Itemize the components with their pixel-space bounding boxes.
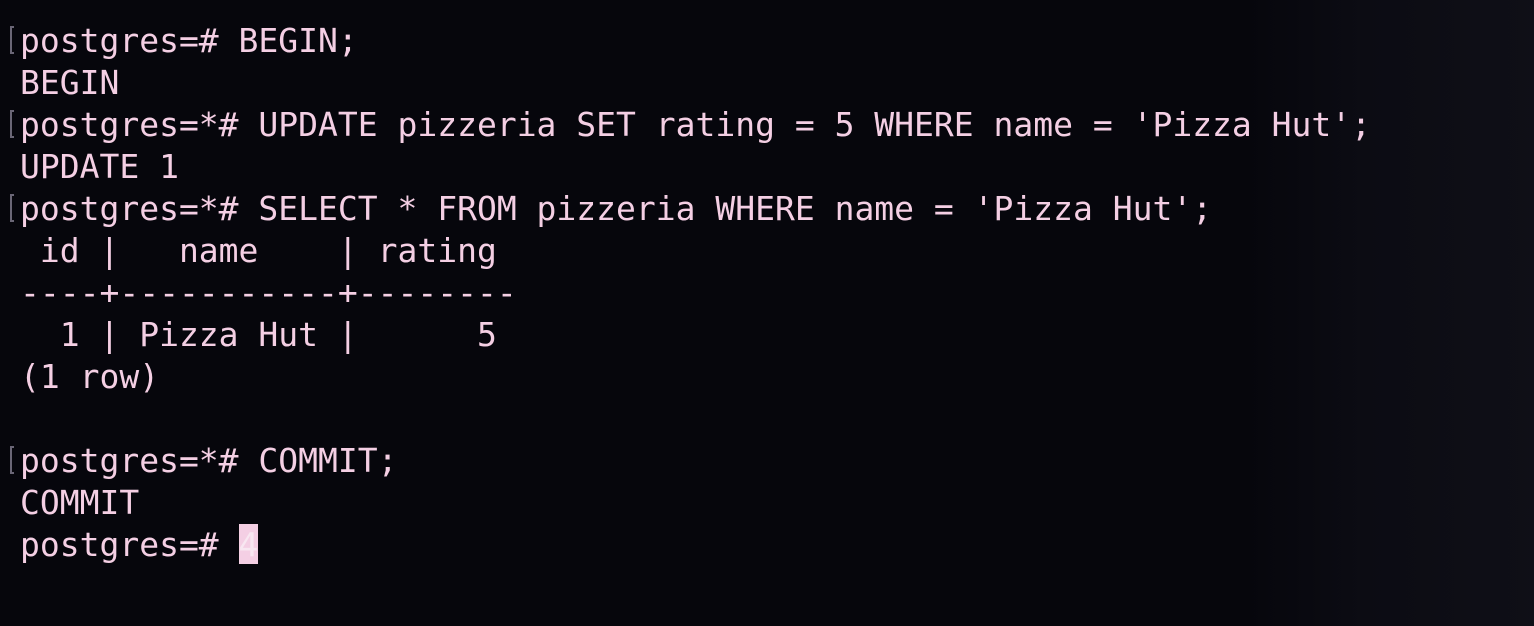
table-row: 1 | Pizza Hut | 5 — [20, 315, 497, 354]
command-line: postgres=*# UPDATE pizzeria SET rating =… — [10, 104, 1371, 146]
command-marker — [10, 110, 14, 138]
prompt: postgres=# — [20, 525, 239, 564]
command-line: postgres=*# COMMIT; — [10, 440, 1371, 482]
output-line: COMMIT — [20, 483, 140, 522]
table-header: id | name | rating — [20, 231, 497, 270]
terminal-window[interactable]: postgres=# BEGIN; BEGIN postgres=*# UPDA… — [0, 0, 1534, 626]
command-marker — [10, 26, 14, 54]
table-separator: ----+-----------+-------- — [20, 273, 517, 312]
terminal-output: postgres=# BEGIN; BEGIN postgres=*# UPDA… — [10, 20, 1371, 566]
row-count: (1 row) — [20, 357, 160, 396]
command-line: postgres=*# SELECT * FROM pizzeria WHERE… — [10, 188, 1371, 230]
command-line: postgres=# BEGIN; — [10, 20, 1371, 62]
text-cursor[interactable]: 4 — [238, 524, 259, 564]
output-line: UPDATE 1 — [20, 147, 179, 186]
output-line: BEGIN — [20, 63, 120, 102]
command-marker — [10, 194, 14, 222]
command-marker — [10, 446, 14, 474]
prompt-line[interactable]: postgres=# 4 — [20, 524, 1371, 566]
